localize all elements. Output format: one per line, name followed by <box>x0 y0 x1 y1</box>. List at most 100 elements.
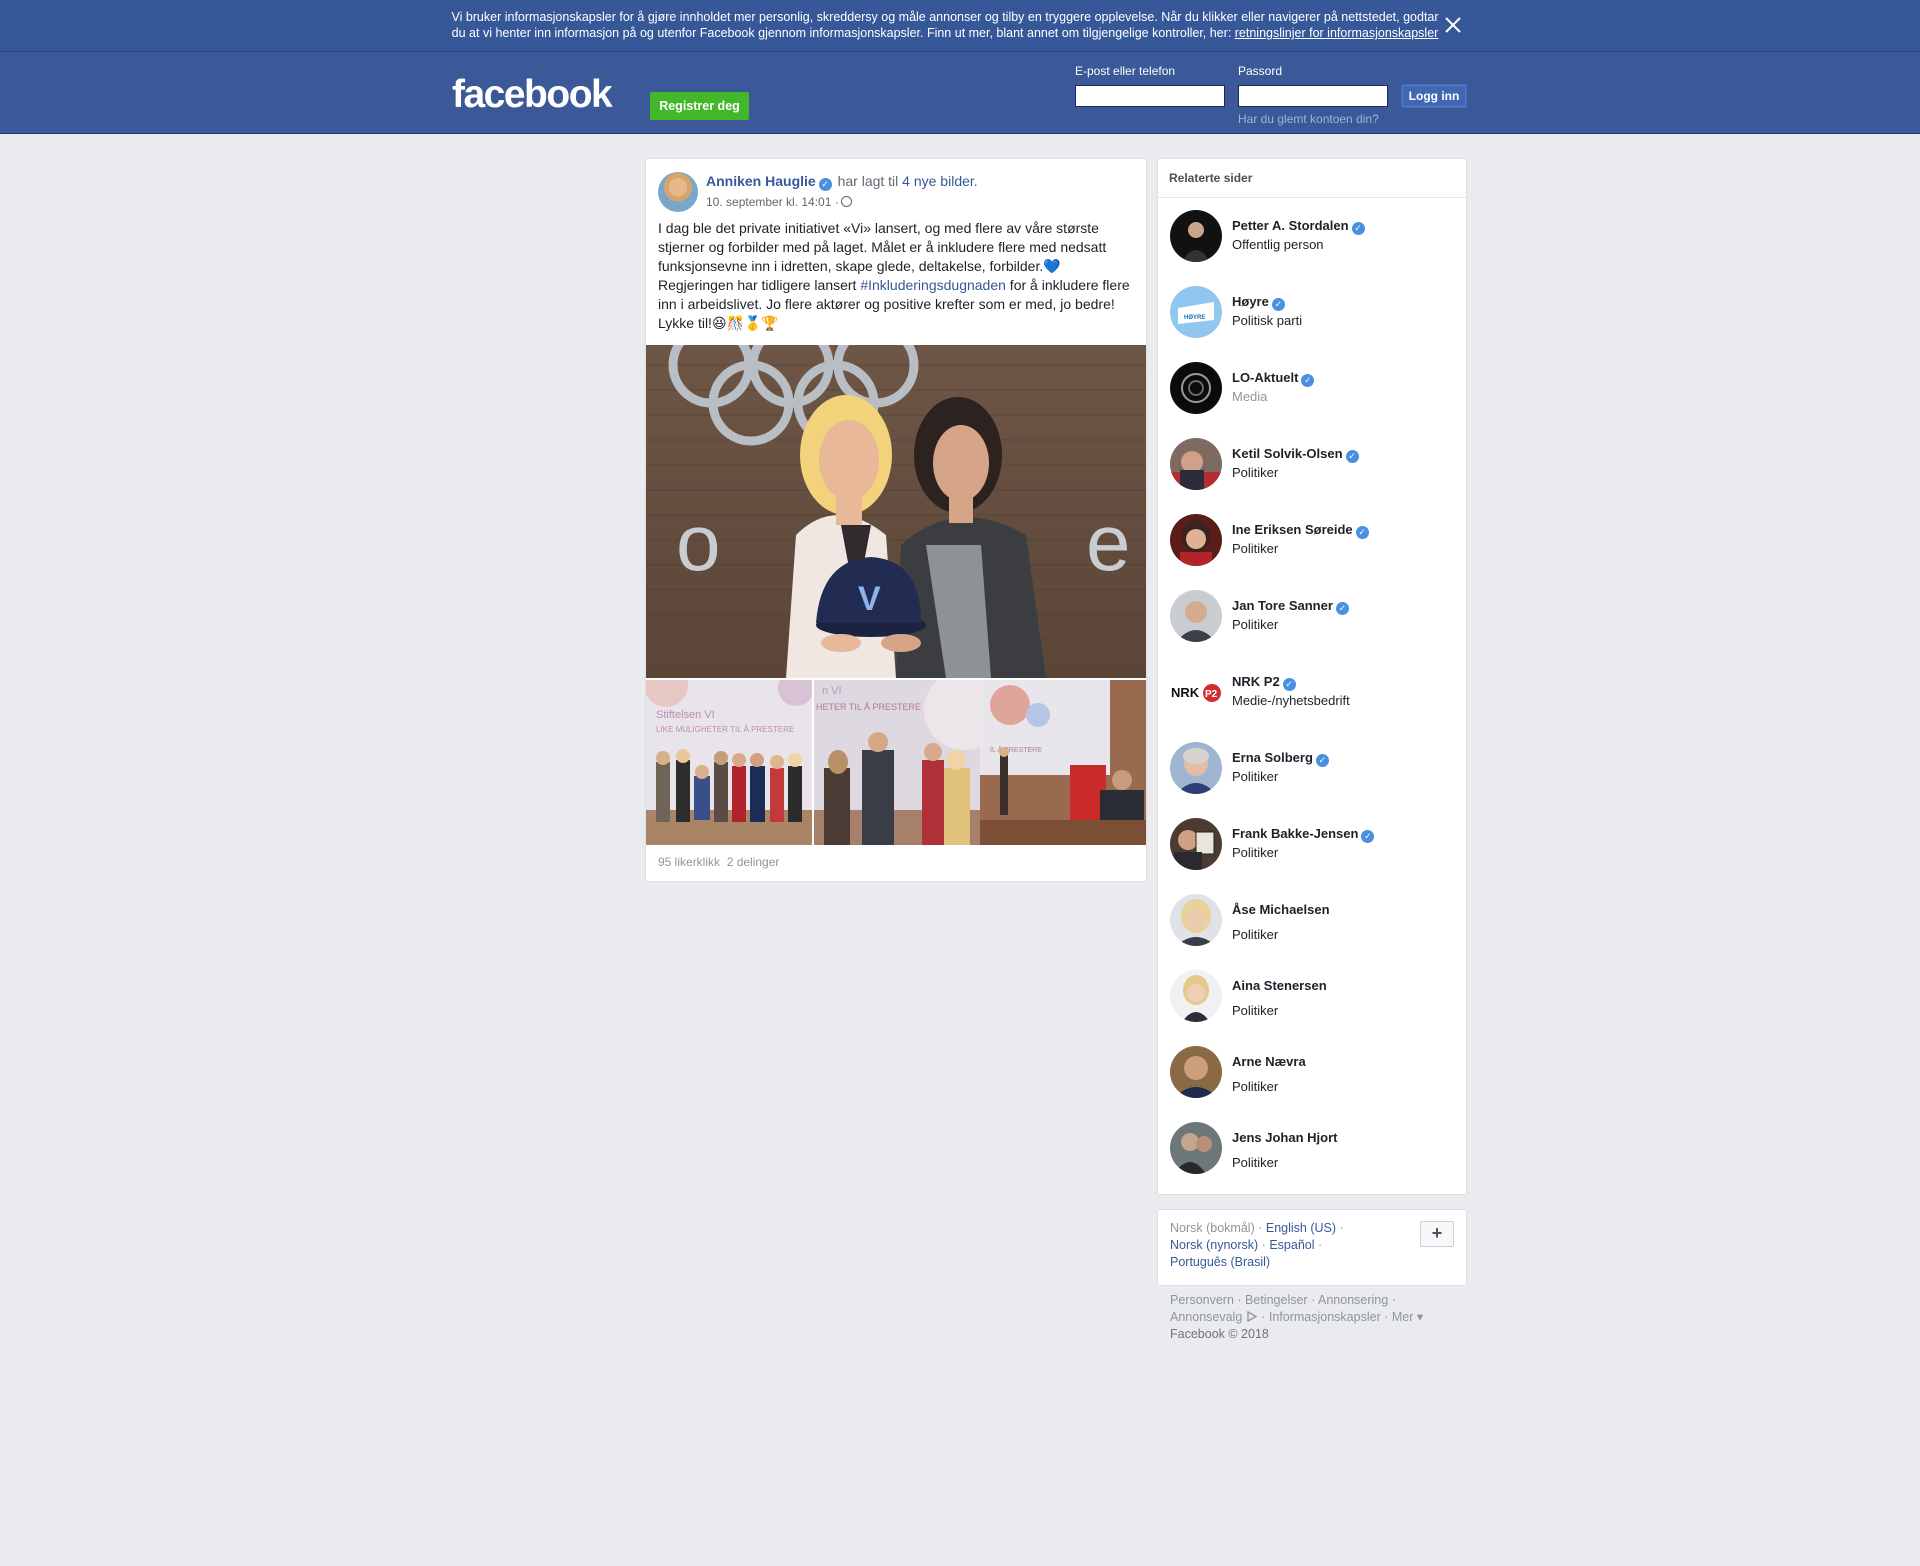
related-page-name[interactable]: Frank Bakke-Jensen ✓ <box>1232 826 1376 843</box>
post-text-part1: I dag ble det private initiativet «Vi» l… <box>658 220 1107 274</box>
footer-link[interactable]: Annonsering <box>1318 1293 1388 1307</box>
verified-badge-icon: ✓ <box>1345 450 1359 463</box>
footer: Personvern · Betingelser · Annonsering ·… <box>1170 1293 1424 1341</box>
avatar[interactable] <box>1170 1046 1222 1098</box>
footer-link[interactable]: Mer <box>1392 1310 1414 1324</box>
avatar[interactable] <box>1170 970 1222 1022</box>
language-link[interactable]: Norsk (nynorsk) <box>1170 1238 1258 1252</box>
related-page-item[interactable]: Jens Johan Hjort Politiker <box>1170 1122 1460 1176</box>
language-list: Norsk (bokmål) · English (US) · Norsk (n… <box>1170 1221 1344 1269</box>
register-button[interactable]: Registrer deg <box>650 92 749 120</box>
post-time-text: 10. september kl. 14:01 · <box>706 195 839 209</box>
avatar[interactable] <box>1170 818 1222 870</box>
related-page-category: Politisk parti <box>1232 313 1303 328</box>
cookie-text: Vi bruker informasjonskapsler for å gjør… <box>450 9 1440 41</box>
related-page-category: Politiker <box>1232 617 1279 632</box>
page-name-text: Erna Solberg <box>1232 750 1313 765</box>
related-page-item[interactable]: Erna Solberg ✓ Politiker <box>1170 742 1460 796</box>
password-field[interactable] <box>1238 85 1388 107</box>
avatar[interactable] <box>1170 894 1222 946</box>
avatar[interactable] <box>1170 742 1222 794</box>
avatar[interactable]: HØYRE <box>1170 286 1222 338</box>
main-photo[interactable]: o e V <box>646 345 1146 678</box>
related-page-item[interactable]: Ine Eriksen Søreide ✓ Politiker <box>1170 514 1460 568</box>
thumb1-subtitle: LIKE MULIGHETER TIL Å PRESTERE <box>656 725 794 734</box>
related-pages-panel: Relaterte sider Petter A. Stordalen ✓ Off… <box>1157 158 1467 1195</box>
thumb1-title: Stiftelsen VI <box>656 709 715 721</box>
related-page-category: Politiker <box>1232 1003 1279 1018</box>
close-icon[interactable] <box>1442 14 1464 36</box>
related-page-name[interactable]: NRK P2 ✓ <box>1232 674 1298 691</box>
divider <box>1158 197 1466 198</box>
related-page-name[interactable]: Ine Eriksen Søreide ✓ <box>1232 522 1371 539</box>
globe-icon <box>840 196 852 207</box>
photos-link[interactable]: 4 nye bilder. <box>902 173 978 189</box>
related-page-item[interactable]: Arne Nævra Politiker <box>1170 1046 1460 1100</box>
author-avatar[interactable] <box>658 172 698 212</box>
forgot-account-link[interactable]: Har du glemt kontoen din? <box>1238 112 1379 126</box>
verified-badge-icon: ✓ <box>1355 526 1369 539</box>
shares-count[interactable]: 2 delinger <box>727 855 780 869</box>
more-languages-button[interactable]: + <box>1420 1221 1454 1247</box>
page-name-text: Frank Bakke-Jensen <box>1232 826 1359 841</box>
svg-text:o: o <box>676 498 721 587</box>
top-bar: facebook Registrer deg E-post eller tele… <box>0 52 1920 134</box>
related-page-item[interactable]: HØYRE Høyre ✓ Politisk parti <box>1170 286 1460 340</box>
related-page-item[interactable]: Petter A. Stordalen ✓ Offentlig person <box>1170 210 1460 264</box>
avatar[interactable] <box>1170 438 1222 490</box>
photo-thumbnail[interactable]: n VI HETER TIL Å PRESTERE <box>814 680 980 845</box>
related-page-item[interactable]: Ketil Solvik-Olsen ✓ Politiker <box>1170 438 1460 492</box>
avatar[interactable] <box>1170 362 1222 414</box>
post-text-part2: Regjeringen har tidligere lansert <box>658 277 861 293</box>
related-page-item[interactable]: Åse Michaelsen Politiker <box>1170 894 1460 948</box>
language-link[interactable]: Português (Brasil) <box>1170 1255 1270 1269</box>
avatar[interactable] <box>1170 514 1222 566</box>
related-page-category: Politiker <box>1232 465 1279 480</box>
related-page-category: Politiker <box>1232 927 1279 942</box>
related-page-category: Media <box>1232 389 1268 404</box>
author-name[interactable]: Anniken Hauglie <box>706 173 816 189</box>
avatar[interactable] <box>1170 590 1222 642</box>
cookie-policy-link[interactable]: retningslinjer for informasjonskapsler <box>1235 26 1439 40</box>
footer-link[interactable]: Personvern <box>1170 1293 1234 1307</box>
related-page-name[interactable]: Arne Nævra <box>1232 1054 1306 1069</box>
photo-thumbnail[interactable]: Stiftelsen VI LIKE MULIGHETER TIL Å PRES… <box>646 680 812 845</box>
avatar[interactable] <box>1170 1122 1222 1174</box>
related-page-name[interactable]: Åse Michaelsen <box>1232 902 1330 917</box>
related-page-item[interactable]: Frank Bakke-Jensen ✓ Politiker <box>1170 818 1460 872</box>
related-page-category: Politiker <box>1232 541 1279 556</box>
related-page-name[interactable]: Petter A. Stordalen ✓ <box>1232 218 1367 235</box>
related-page-category: Politiker <box>1232 1079 1279 1094</box>
thumb2-title: n VI <box>822 685 842 697</box>
related-page-name[interactable]: Jan Tore Sanner ✓ <box>1232 598 1351 615</box>
related-page-name[interactable]: LO-Aktuelt ✓ <box>1232 370 1316 387</box>
verified-badge-icon: ✓ <box>818 178 832 191</box>
footer-link[interactable]: Annonsevalg <box>1170 1310 1242 1324</box>
language-link[interactable]: Español <box>1269 1238 1314 1252</box>
cookie-banner: Vi bruker informasjonskapsler for å gjør… <box>0 0 1920 52</box>
related-page-name[interactable]: Høyre ✓ <box>1232 294 1287 311</box>
likes-count[interactable]: 95 likerklikk <box>658 855 720 869</box>
related-page-name[interactable]: Jens Johan Hjort <box>1232 1130 1337 1145</box>
post-action: har lagt til <box>837 173 899 189</box>
nrk-logo-text: NRK <box>1171 685 1200 700</box>
post-timestamp[interactable]: 10. september kl. 14:01 · <box>706 195 852 209</box>
related-page-item[interactable]: Aina Stenersen Politiker <box>1170 970 1460 1024</box>
avatar[interactable]: NRK P2 <box>1170 666 1222 718</box>
facebook-logo[interactable]: facebook <box>452 75 613 115</box>
related-page-item[interactable]: LO-Aktuelt ✓ Media <box>1170 362 1460 416</box>
hashtag-link[interactable]: #Inkluderingsdugnaden <box>860 277 1006 293</box>
avatar[interactable] <box>1170 210 1222 262</box>
thumb3-caption: IL Å PRESTERE <box>990 745 1042 754</box>
related-page-item[interactable]: NRK P2 NRK P2 ✓ Medie-/nyhetsbedrift <box>1170 666 1460 720</box>
email-field[interactable] <box>1075 85 1225 107</box>
related-page-item[interactable]: Jan Tore Sanner ✓ Politiker <box>1170 590 1460 644</box>
language-link[interactable]: English (US) <box>1266 1221 1336 1235</box>
login-button[interactable]: Logg inn <box>1401 84 1467 108</box>
photo-thumbnail[interactable]: IL Å PRESTERE <box>980 680 1146 845</box>
footer-link[interactable]: Betingelser <box>1245 1293 1308 1307</box>
footer-link[interactable]: Informasjonskapsler <box>1269 1310 1381 1324</box>
related-page-name[interactable]: Erna Solberg ✓ <box>1232 750 1331 767</box>
related-page-name[interactable]: Ketil Solvik-Olsen ✓ <box>1232 446 1361 463</box>
related-page-name[interactable]: Aina Stenersen <box>1232 978 1327 993</box>
